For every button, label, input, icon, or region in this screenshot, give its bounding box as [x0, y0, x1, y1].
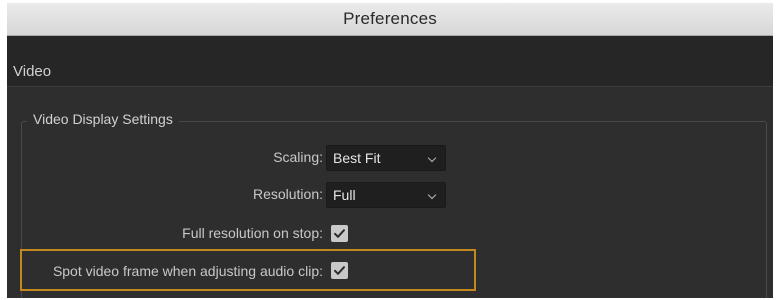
preferences-window: Preferences Video Video Display Settings… [7, 3, 773, 298]
checkmark-icon [334, 229, 345, 238]
checkmark-icon [334, 266, 345, 275]
group-title: Video Display Settings [27, 111, 179, 127]
full-resolution-on-stop-checkbox[interactable] [331, 225, 348, 242]
full-resolution-on-stop-label: Full resolution on stop: [182, 225, 323, 241]
scaling-dropdown-value: Best Fit [333, 150, 381, 166]
resolution-label: Resolution: [252, 186, 323, 202]
title-bar: Preferences [7, 3, 773, 36]
spot-video-frame-label: Spot video frame when adjusting audio cl… [52, 263, 323, 279]
resolution-dropdown[interactable]: Full [326, 182, 446, 208]
scaling-dropdown[interactable]: Best Fit [326, 145, 446, 171]
chevron-down-icon [427, 190, 437, 200]
resolution-dropdown-value: Full [333, 187, 356, 203]
window-title: Preferences [343, 9, 437, 28]
scaling-label: Scaling: [273, 149, 323, 165]
section-header: Video [7, 36, 773, 87]
section-title: Video [13, 63, 52, 80]
spot-video-frame-checkbox[interactable] [331, 262, 348, 279]
chevron-down-icon [427, 153, 437, 163]
